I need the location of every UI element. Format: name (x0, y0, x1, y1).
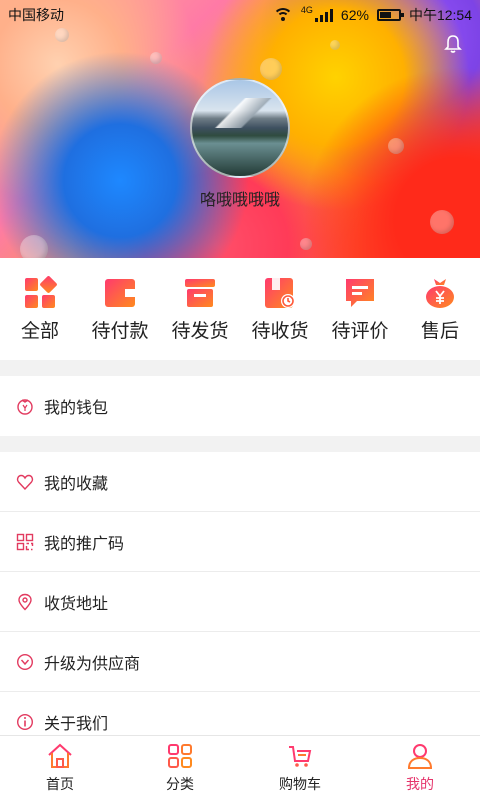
avatar-mountain (192, 98, 288, 128)
menu-item-promo-code[interactable]: 我的推广码 (0, 512, 480, 572)
order-status-bar: 全部 待付款 待发货 待收货 待评价 售后 (0, 258, 480, 360)
bottom-tab-bar: 首页 分类 购物车 我的 (0, 735, 480, 800)
tab-label: 首页 (46, 777, 74, 793)
category-icon (168, 744, 192, 768)
comment-icon (346, 279, 374, 307)
wallet-section: 我的钱包 (0, 376, 480, 436)
upgrade-icon (16, 653, 34, 670)
tab-mine[interactable]: 我的 (360, 736, 480, 800)
status-bar: 中国移动 4G 62% 中午12:54 (0, 0, 480, 30)
order-tab-label: 待评价 (331, 320, 389, 342)
decor-bubble (388, 138, 404, 154)
order-tab-label: 待付款 (91, 320, 149, 342)
nickname[interactable]: 咯哦哦哦哦 (0, 186, 480, 210)
menu-item-wallet[interactable]: 我的钱包 (0, 376, 480, 436)
profile-screen: 中国移动 4G 62% 中午12:54 咯哦哦哦哦 全部 待付款 待发货 待收货… (0, 0, 480, 800)
carrier-label: 中国移动 (8, 7, 64, 23)
battery-fill (379, 12, 391, 18)
cart-icon (289, 746, 312, 767)
order-tab-label: 售后 (420, 320, 459, 342)
tab-cart[interactable]: 购物车 (240, 736, 360, 800)
decor-bubble (150, 52, 162, 64)
tab-label: 我的 (406, 777, 434, 793)
menu-item-label: 我的钱包 (44, 398, 109, 417)
menu-item-address[interactable]: 收货地址 (0, 572, 480, 632)
avatar[interactable] (190, 78, 290, 178)
tab-home[interactable]: 首页 (0, 736, 120, 800)
tab-label: 分类 (166, 777, 194, 793)
user-icon (407, 744, 433, 769)
decor-bubble (430, 210, 454, 234)
signal-icon (314, 8, 333, 22)
package-clock-icon (265, 278, 295, 308)
menu-item-favorites[interactable]: 我的收藏 (0, 452, 480, 512)
network-type: 4G (300, 5, 313, 15)
order-tab-unpaid[interactable]: 待付款 (80, 258, 160, 360)
profile-header: 中国移动 4G 62% 中午12:54 咯哦哦哦哦 (0, 0, 480, 258)
order-tab-to-review[interactable]: 待评价 (320, 258, 400, 360)
decor-bubble (300, 238, 312, 250)
location-pin-icon (18, 593, 32, 610)
order-tab-all[interactable]: 全部 (0, 258, 80, 360)
tab-category[interactable]: 分类 (120, 736, 240, 800)
menu-item-supplier[interactable]: 升级为供应商 (0, 632, 480, 692)
info-icon (16, 713, 34, 731)
decor-bubble (260, 58, 282, 80)
money-bag-icon (426, 279, 454, 308)
order-tab-after-sales[interactable]: 售后 (400, 258, 480, 360)
grid-icon (25, 276, 57, 308)
order-tab-to-receive[interactable]: 待收货 (240, 258, 320, 360)
decor-bubble (20, 235, 48, 258)
heart-icon (16, 474, 34, 490)
status-icons: 4G 62% 中午12:54 (272, 5, 472, 25)
order-tab-to-ship[interactable]: 待发货 (160, 258, 240, 360)
tab-label: 购物车 (279, 777, 321, 793)
menu-item-label: 升级为供应商 (44, 653, 141, 673)
battery-percent: 62% (340, 7, 369, 23)
wallet-outline-icon (17, 399, 33, 415)
menu-item-label: 我的收藏 (44, 473, 109, 493)
menu-item-label: 我的推广码 (44, 533, 125, 553)
order-tab-label: 待收货 (251, 320, 309, 342)
menu-item-label: 关于我们 (44, 714, 109, 733)
decor-bubble (55, 28, 69, 42)
bell-icon[interactable] (444, 34, 462, 54)
menu-section: 我的收藏 我的推广码 收货地址 升级为供应商 关于我们 (0, 452, 480, 752)
qr-code-icon (16, 533, 34, 550)
wifi-icon (272, 8, 293, 22)
clock: 中午12:54 (408, 7, 472, 23)
battery-icon (376, 9, 404, 21)
decor-bubble (330, 40, 340, 50)
order-tab-label: 全部 (20, 320, 59, 342)
wallet-icon (105, 279, 135, 307)
order-tab-label: 待发货 (171, 320, 229, 342)
home-icon (48, 743, 72, 768)
menu-item-label: 收货地址 (44, 593, 109, 613)
box-icon (185, 279, 215, 307)
